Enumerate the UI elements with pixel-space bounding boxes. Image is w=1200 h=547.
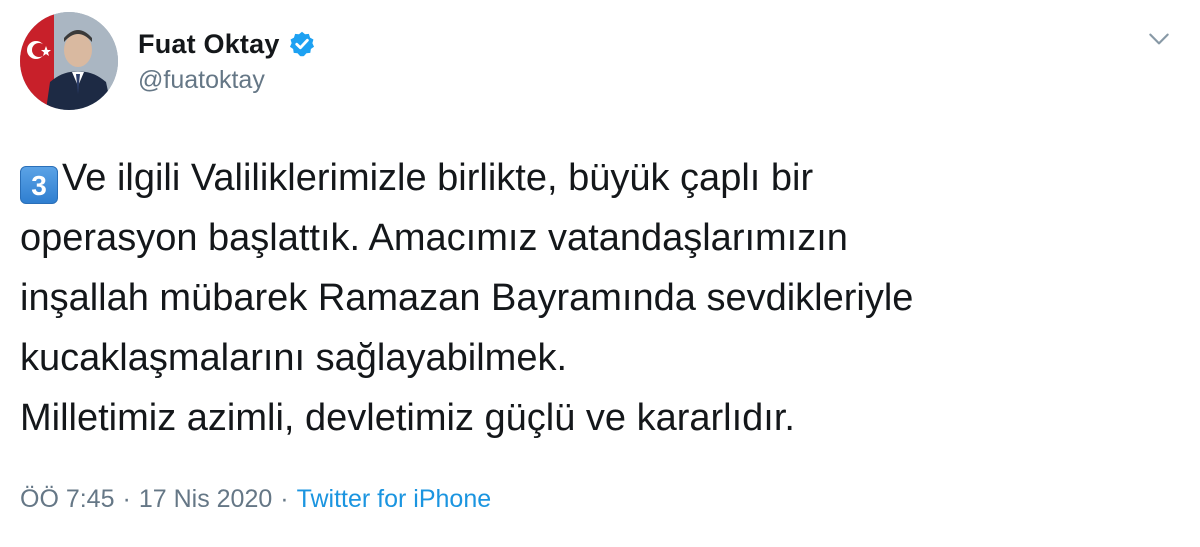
- meta-separator: ·: [280, 485, 289, 513]
- tweet-time[interactable]: ÖÖ 7:45: [20, 485, 115, 513]
- author-handle[interactable]: @fuatoktay: [138, 66, 265, 95]
- tweet-line: inşallah mübarek Ramazan Bayramında sevd…: [20, 277, 914, 319]
- tweet-date[interactable]: 17 Nis 2020: [139, 485, 272, 513]
- tweet-metadata: ÖÖ 7:45 · 17 Nis 2020 · Twitter for iPhone: [20, 485, 491, 514]
- tweet-text: 3 Ve ilgili Valiliklerimizle birlikte, bü…: [20, 148, 1170, 448]
- tweet-line: 3 Ve ilgili Valiliklerimizle birlikte, bü…: [20, 148, 1170, 208]
- author-name[interactable]: Fuat Oktay: [138, 29, 280, 60]
- meta-separator: ·: [122, 485, 131, 513]
- avatar[interactable]: [20, 12, 118, 110]
- tweet-source-link[interactable]: Twitter for iPhone: [297, 485, 492, 513]
- author-name-row: Fuat Oktay: [138, 24, 316, 64]
- tweet-line-text: Ve ilgili Valiliklerimizle birlikte, büy…: [62, 157, 814, 199]
- tweet-line: Milletimiz azimli, devletimiz güçlü ve k…: [20, 397, 795, 439]
- avatar-image: [20, 12, 118, 110]
- tweet-line: operasyon başlattık. Amacımız vatandaşla…: [20, 217, 848, 259]
- tweet-line: kucaklaşmalarını sağlayabilmek.: [20, 337, 568, 379]
- tweet-card: Fuat Oktay @fuatoktay 3 Ve ilgili Valilik…: [0, 0, 1200, 547]
- verified-badge-icon: [288, 30, 316, 58]
- chevron-down-icon[interactable]: [1146, 26, 1172, 52]
- keycap-number-icon: 3: [20, 166, 58, 204]
